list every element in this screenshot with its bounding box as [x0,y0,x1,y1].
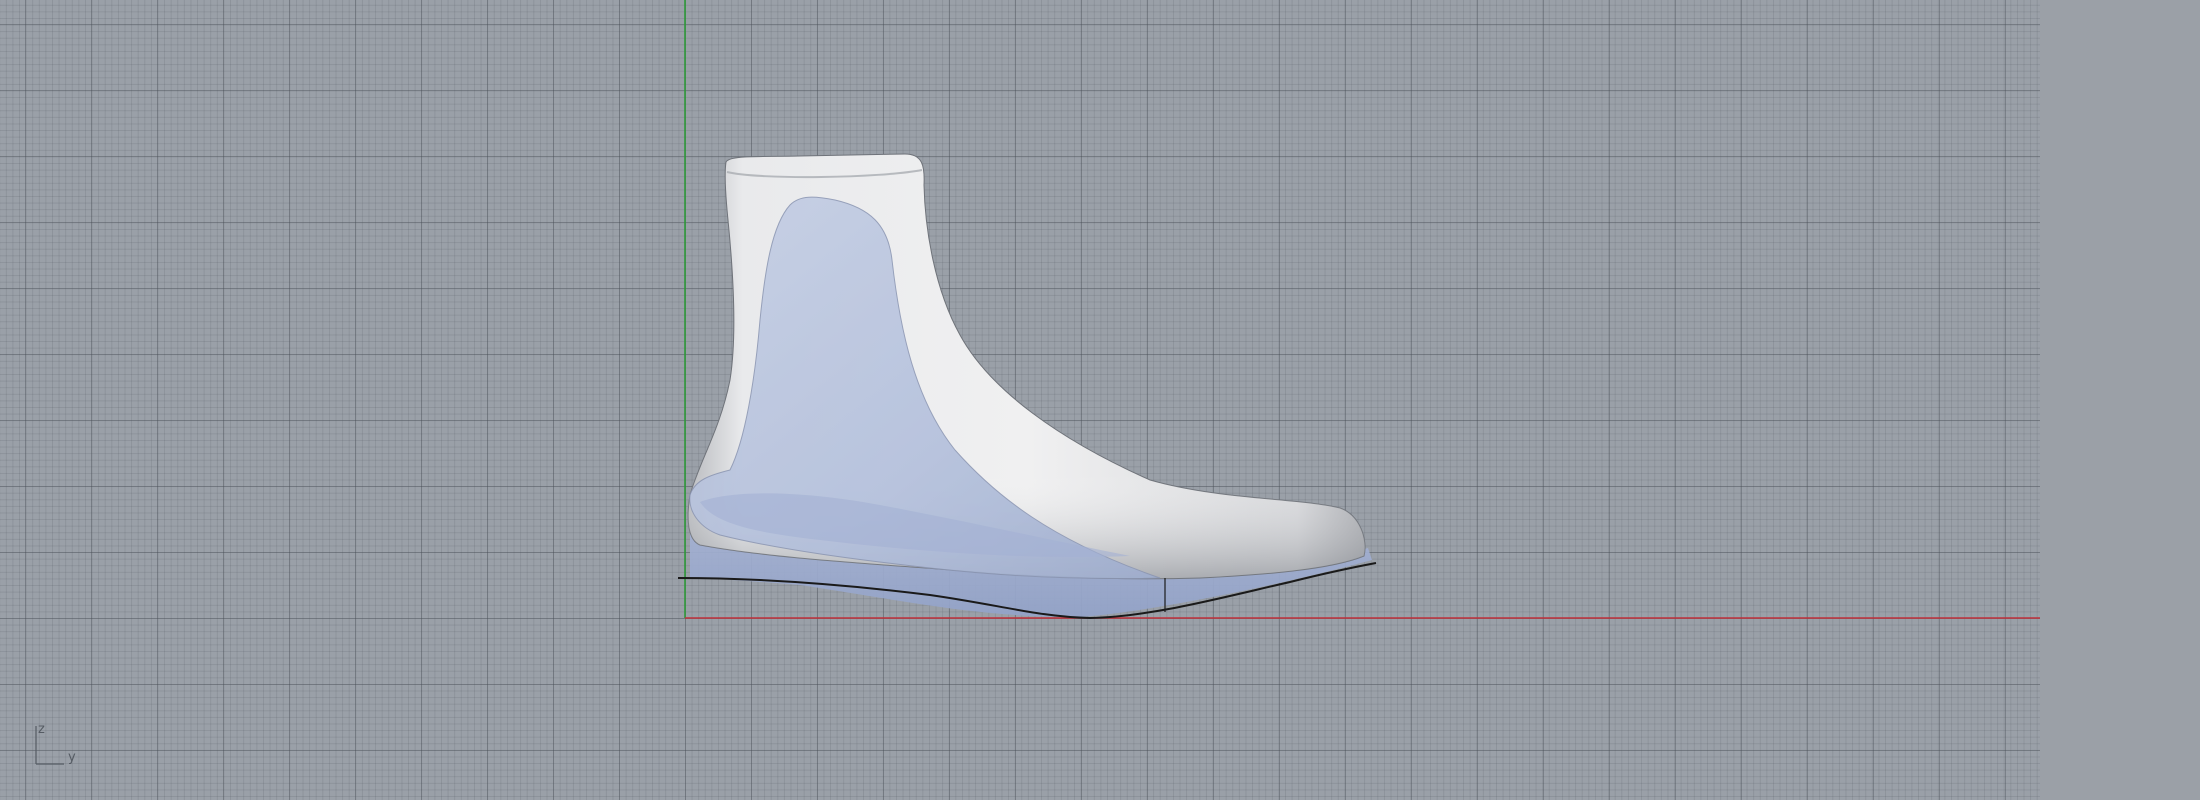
gizmo-y-label: y [68,750,76,765]
side-panel [2040,0,2200,800]
scene-canvas[interactable] [0,0,2040,800]
gizmo-z-label: z [38,722,45,737]
axis-gizmo: z y [30,722,90,772]
perspective-viewport[interactable]: z y [0,0,2040,800]
